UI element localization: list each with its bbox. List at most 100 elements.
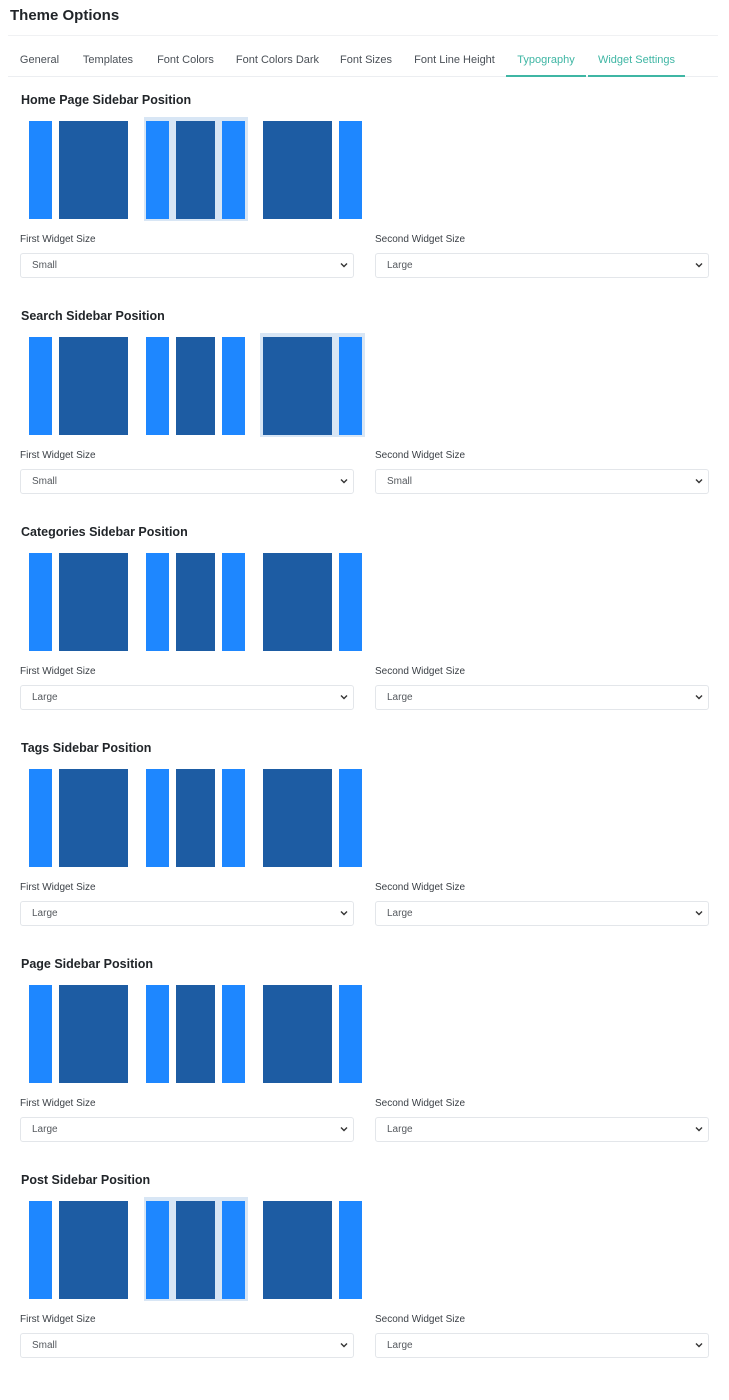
layout-option-both-sidebars[interactable] [144,117,248,221]
content-block [176,121,215,219]
select-value: Small [387,476,413,487]
layout-option-right-sidebar[interactable] [260,981,365,1085]
layout-option-right-sidebar[interactable] [260,1197,365,1301]
sidebar-block [339,121,362,219]
layout-option-left-sidebar[interactable] [27,333,131,437]
first-widget-size-label: First Widget Size [20,1098,96,1109]
content-block [176,769,215,867]
sidebar-block [146,121,169,219]
first-widget-size-label: First Widget Size [20,882,96,893]
content-block [59,553,128,651]
sidebar-block [29,985,52,1083]
content-block [176,1201,215,1299]
section-title: Categories Sidebar Position [21,525,188,539]
layout-option-left-sidebar[interactable] [27,549,131,653]
layout-option-right-sidebar[interactable] [260,117,365,221]
second-widget-size-label: Second Widget Size [375,1314,466,1325]
first-widget-size-label: First Widget Size [20,450,96,461]
select-value: Large [387,908,413,919]
layout-option-both-sidebars[interactable] [144,333,248,437]
layout-option-left-sidebar[interactable] [27,765,131,869]
section-home-page-sidebar: Home Page Sidebar Position First Widget … [0,80,729,296]
section-page-sidebar: Page Sidebar Position First Widget Size … [0,944,729,1160]
first-widget-size-select[interactable]: Large [20,1117,354,1142]
select-value: Large [387,692,413,703]
chevron-down-icon [695,479,703,484]
section-title: Page Sidebar Position [21,957,153,971]
layout-option-both-sidebars[interactable] [144,981,248,1085]
tab-typography[interactable]: Typography [506,44,586,77]
content-block [263,553,332,651]
first-widget-size-select[interactable]: Small [20,253,354,278]
section-title: Post Sidebar Position [21,1173,151,1187]
content-block [263,985,332,1083]
content-block [59,337,128,435]
sidebar-block [222,1201,245,1299]
tab-font-sizes[interactable]: Font Sizes [329,44,403,77]
second-widget-size-select[interactable]: Large [375,1333,709,1358]
layout-option-both-sidebars[interactable] [144,549,248,653]
sidebar-block [339,769,362,867]
section-title: Search Sidebar Position [21,309,165,323]
layout-option-both-sidebars[interactable] [144,765,248,869]
layout-option-right-sidebar[interactable] [260,765,365,869]
first-widget-size-label: First Widget Size [20,1314,96,1325]
second-widget-size-select[interactable]: Large [375,253,709,278]
second-widget-size-label: Second Widget Size [375,234,466,245]
tab-templates[interactable]: Templates [71,44,145,77]
content-block [59,1201,128,1299]
section-search-sidebar: Search Sidebar Position First Widget Siz… [0,296,729,512]
layout-option-right-sidebar[interactable] [260,333,365,437]
layout-option-both-sidebars[interactable] [144,1197,248,1301]
chevron-down-icon [340,479,348,484]
layout-option-left-sidebar[interactable] [27,1197,131,1301]
second-widget-size-label: Second Widget Size [375,882,466,893]
sidebar-block [146,985,169,1083]
first-widget-size-select[interactable]: Large [20,685,354,710]
first-widget-size-select[interactable]: Small [20,469,354,494]
section-post-sidebar: Post Sidebar Position First Widget Size … [0,1160,729,1376]
second-widget-size-label: Second Widget Size [375,450,466,461]
sidebar-block [29,553,52,651]
first-widget-size-select[interactable]: Large [20,901,354,926]
second-widget-size-select[interactable]: Large [375,901,709,926]
second-widget-size-select[interactable]: Large [375,1117,709,1142]
sidebar-block [339,337,362,435]
select-value: Large [32,908,58,919]
layout-option-right-sidebar[interactable] [260,549,365,653]
chevron-down-icon [695,911,703,916]
title-divider [8,35,718,36]
content-block [176,553,215,651]
second-widget-size-select[interactable]: Large [375,685,709,710]
section-title: Home Page Sidebar Position [21,93,192,107]
sidebar-block [29,1201,52,1299]
sidebar-block [146,337,169,435]
tab-font-colors[interactable]: Font Colors [145,44,226,77]
tab-font-colors-dark[interactable]: Font Colors Dark [226,44,329,77]
second-widget-size-label: Second Widget Size [375,1098,466,1109]
sidebar-block [339,985,362,1083]
first-widget-size-select[interactable]: Small [20,1333,354,1358]
content-block [59,985,128,1083]
theme-options-page: Theme Options General Templates Font Col… [0,0,729,1400]
tab-general[interactable]: General [8,44,71,77]
content-block [59,769,128,867]
layout-option-left-sidebar[interactable] [27,981,131,1085]
layout-option-left-sidebar[interactable] [27,117,131,221]
tab-font-line-height[interactable]: Font Line Height [403,44,506,77]
second-widget-size-label: Second Widget Size [375,666,466,677]
content-block [176,985,215,1083]
tab-widget-settings[interactable]: Widget Settings [588,44,685,77]
chevron-down-icon [340,911,348,916]
second-widget-size-select[interactable]: Small [375,469,709,494]
select-value: Large [387,1340,413,1351]
select-value: Large [387,260,413,271]
content-block [263,121,332,219]
select-value: Small [32,476,58,487]
chevron-down-icon [695,695,703,700]
sidebar-block [222,553,245,651]
chevron-down-icon [340,1127,348,1132]
sidebar-block [222,985,245,1083]
content-block [263,769,332,867]
select-value: Small [32,1340,58,1351]
